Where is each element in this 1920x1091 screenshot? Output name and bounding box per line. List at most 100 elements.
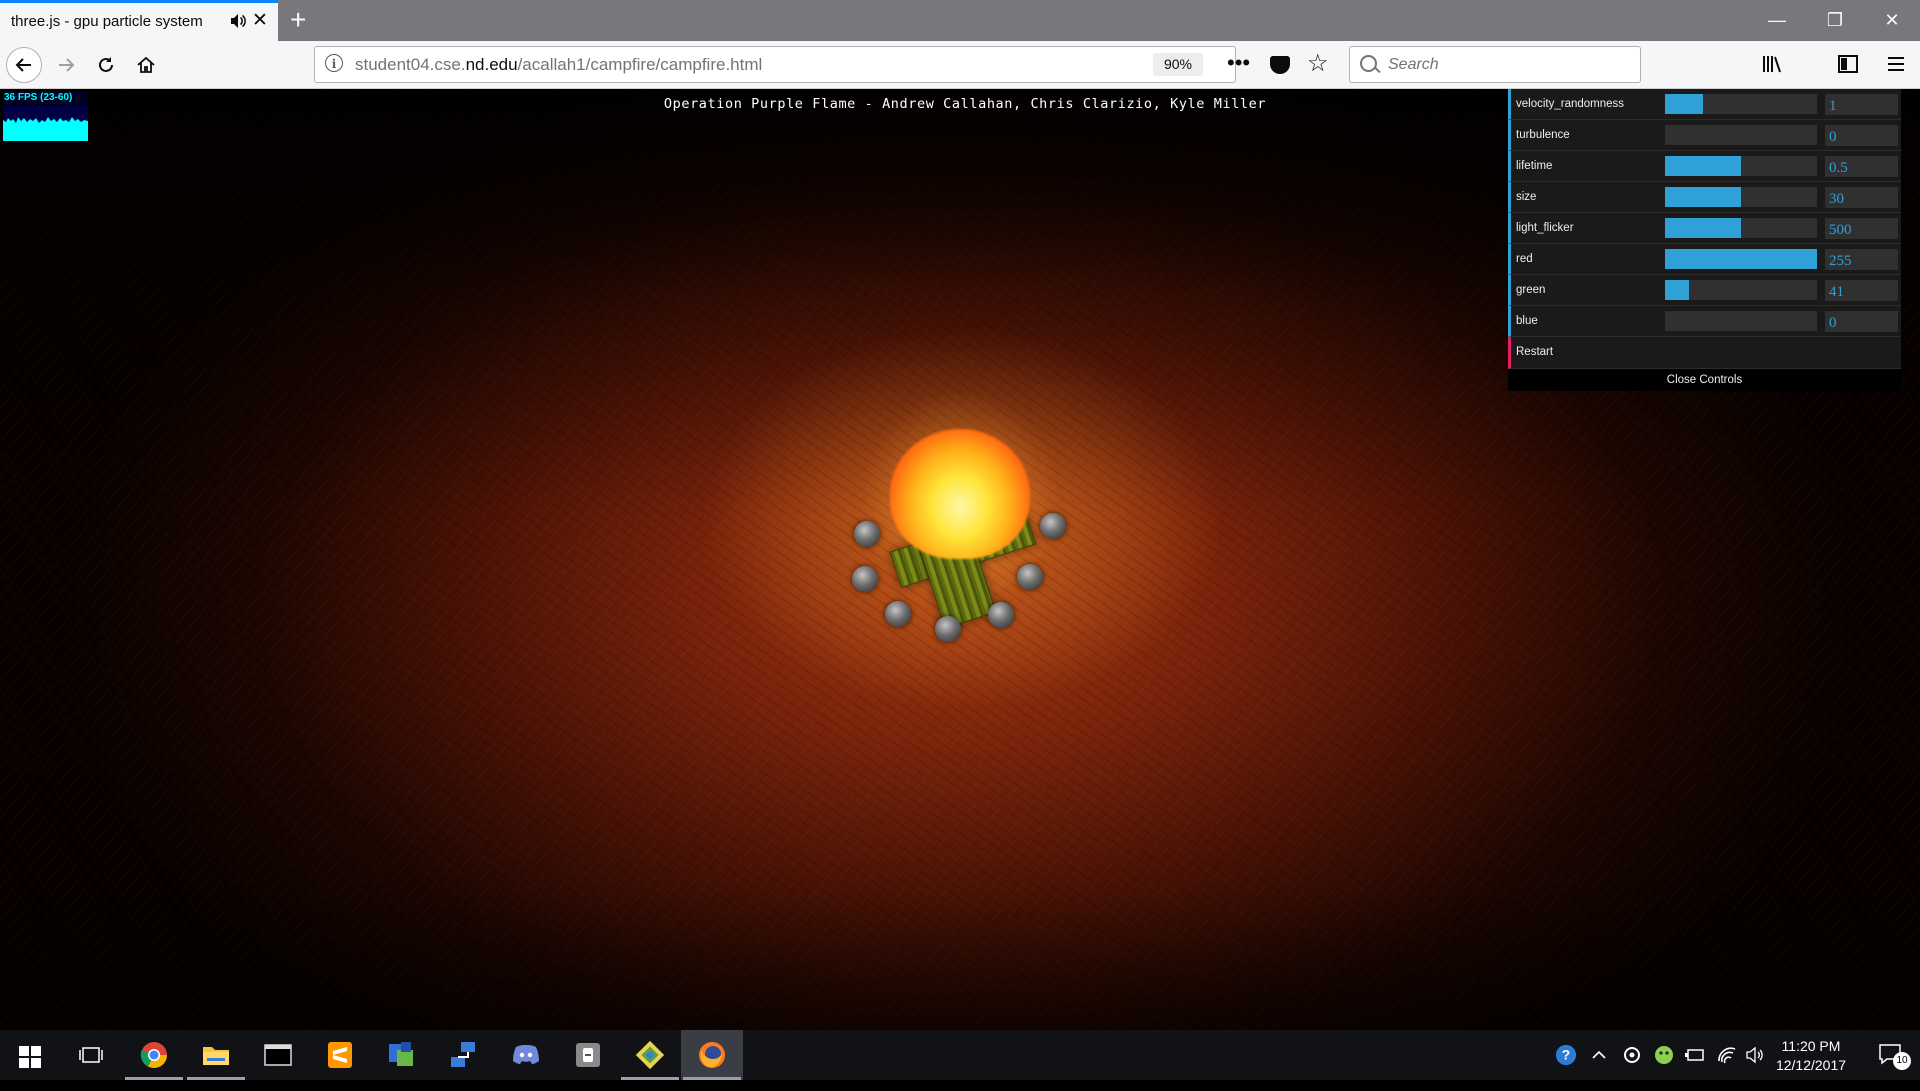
home-button[interactable]: [128, 47, 164, 83]
slider-fill: [1665, 249, 1817, 269]
firefox-icon: [699, 1042, 725, 1068]
gui-control-turbulence: turbulence 0: [1508, 120, 1901, 151]
help-icon[interactable]: ?: [1554, 1044, 1578, 1066]
taskbar-network-tool[interactable]: [433, 1030, 495, 1080]
taskbar-sublime-text[interactable]: [309, 1030, 371, 1080]
taskbar-git-client[interactable]: [619, 1030, 681, 1080]
slider-track[interactable]: [1665, 280, 1817, 300]
number-input[interactable]: 0: [1825, 125, 1898, 146]
slider-track[interactable]: [1665, 187, 1817, 207]
gui-control-label: blue: [1516, 315, 1538, 327]
arrow-right-icon: [59, 58, 75, 72]
chevron-up-icon[interactable]: [1591, 1046, 1607, 1064]
info-icon[interactable]: i: [325, 54, 343, 72]
close-window-button[interactable]: ✕: [1877, 8, 1907, 32]
windows-logo-icon: [19, 1046, 41, 1068]
git-client-icon: [635, 1040, 665, 1070]
search-placeholder: Search: [1388, 56, 1439, 73]
volume-icon[interactable]: [1745, 1045, 1765, 1065]
gui-control-light-flicker: light_flicker 500: [1508, 213, 1901, 244]
search-icon: [1360, 55, 1377, 72]
task-view-icon: [79, 1047, 103, 1063]
restore-button[interactable]: ❐: [1820, 8, 1850, 32]
number-input[interactable]: 500: [1825, 218, 1898, 239]
app-tray-icon[interactable]: [1653, 1044, 1675, 1066]
taskbar-terminal[interactable]: [247, 1030, 309, 1080]
slider-track[interactable]: [1665, 249, 1817, 269]
pocket-icon[interactable]: [1270, 56, 1290, 74]
number-input[interactable]: 30: [1825, 187, 1898, 208]
slider-track[interactable]: [1665, 311, 1817, 331]
number-input[interactable]: 255: [1825, 249, 1898, 270]
minimize-button[interactable]: —: [1762, 8, 1792, 32]
taskbar-windows-security[interactable]: [371, 1030, 433, 1080]
clock-time: 11:20 PM: [1781, 1038, 1841, 1054]
fps-stats-panel[interactable]: 36 FPS (23-60): [3, 91, 88, 141]
taskbar-chrome[interactable]: [123, 1030, 185, 1080]
fps-label: 36 FPS (23-60): [4, 92, 73, 103]
taskbar-ssh-client[interactable]: [557, 1030, 619, 1080]
arrow-left-icon: [15, 58, 31, 72]
gui-control-label: velocity_randomness: [1516, 98, 1625, 110]
slider-track[interactable]: [1665, 156, 1817, 176]
gui-control-label: lifetime: [1516, 160, 1553, 172]
taskbar-file-explorer[interactable]: [185, 1030, 247, 1080]
start-button[interactable]: [0, 1030, 62, 1080]
controls-panel: velocity_randomness 1 turbulence 0 lifetime 0…: [1508, 89, 1901, 391]
restart-label: Restart: [1516, 346, 1554, 358]
gui-control-label: red: [1516, 253, 1533, 265]
zoom-indicator[interactable]: 90%: [1153, 53, 1203, 76]
sidebar-icon[interactable]: [1837, 53, 1859, 75]
search-bar[interactable]: Search: [1349, 46, 1641, 83]
slider-track[interactable]: [1665, 218, 1817, 238]
slider-fill: [1665, 94, 1703, 114]
menu-icon[interactable]: [1885, 53, 1907, 75]
tab-active[interactable]: three.js - gpu particle system ✕: [0, 0, 278, 41]
action-center-button[interactable]: 10: [1865, 1030, 1915, 1080]
number-input[interactable]: 0: [1825, 311, 1898, 332]
number-input[interactable]: 1: [1825, 94, 1898, 115]
wifi-icon[interactable]: [1716, 1045, 1738, 1065]
taskbar-firefox[interactable]: [681, 1030, 743, 1080]
forward-button[interactable]: [48, 47, 84, 83]
number-input[interactable]: 41: [1825, 280, 1898, 301]
tab-strip: three.js - gpu particle system ✕ + — ❐ ✕: [0, 0, 1920, 41]
windows-taskbar: ? 11:20 PM 12/12/2017 10: [0, 1030, 1920, 1080]
reload-button[interactable]: [88, 47, 124, 83]
reload-icon: [99, 57, 113, 72]
page-actions-icon[interactable]: •••: [1227, 50, 1250, 76]
folder-icon: [203, 1047, 229, 1065]
slider-fill: [1665, 218, 1741, 238]
url-bar[interactable]: i student04.cse.nd.edu/acallah1/campfire…: [314, 46, 1329, 83]
close-tab-icon[interactable]: ✕: [252, 11, 268, 31]
settings-tray-icon[interactable]: [1622, 1045, 1642, 1065]
gui-control-label: light_flicker: [1516, 222, 1574, 234]
restart-button[interactable]: Restart: [1508, 337, 1901, 369]
clock-date: 12/12/2017: [1775, 1057, 1847, 1073]
bookmark-star-icon[interactable]: ☆: [1307, 49, 1329, 78]
slider-track[interactable]: [1665, 94, 1817, 114]
taskbar-discord[interactable]: [495, 1030, 557, 1080]
back-button[interactable]: [6, 47, 42, 83]
url-text[interactable]: student04.cse.nd.edu/acallah1/campfire/c…: [355, 55, 762, 75]
speaker-icon[interactable]: [229, 12, 247, 30]
notification-count: 10: [1893, 1052, 1911, 1070]
slider-fill: [1665, 156, 1741, 176]
library-icon[interactable]: [1761, 53, 1783, 75]
gui-control-lifetime: lifetime 0.5: [1508, 151, 1901, 182]
close-controls-button[interactable]: Close Controls: [1508, 369, 1901, 391]
campfire: [840, 389, 1080, 669]
slider-track[interactable]: [1665, 125, 1817, 145]
number-input[interactable]: 0.5: [1825, 156, 1898, 177]
gui-control-green: green 41: [1508, 275, 1901, 306]
home-icon: [137, 56, 155, 73]
battery-icon[interactable]: [1684, 1046, 1706, 1064]
gui-control-size: size 30: [1508, 182, 1901, 213]
task-view-button[interactable]: [60, 1030, 122, 1080]
new-tab-button[interactable]: +: [290, 5, 306, 35]
system-clock[interactable]: 11:20 PM 12/12/2017: [1766, 1037, 1856, 1075]
stone: [885, 601, 911, 627]
stone: [854, 521, 880, 547]
gui-control-blue: blue 0: [1508, 306, 1901, 337]
gui-control-label: turbulence: [1516, 129, 1570, 141]
